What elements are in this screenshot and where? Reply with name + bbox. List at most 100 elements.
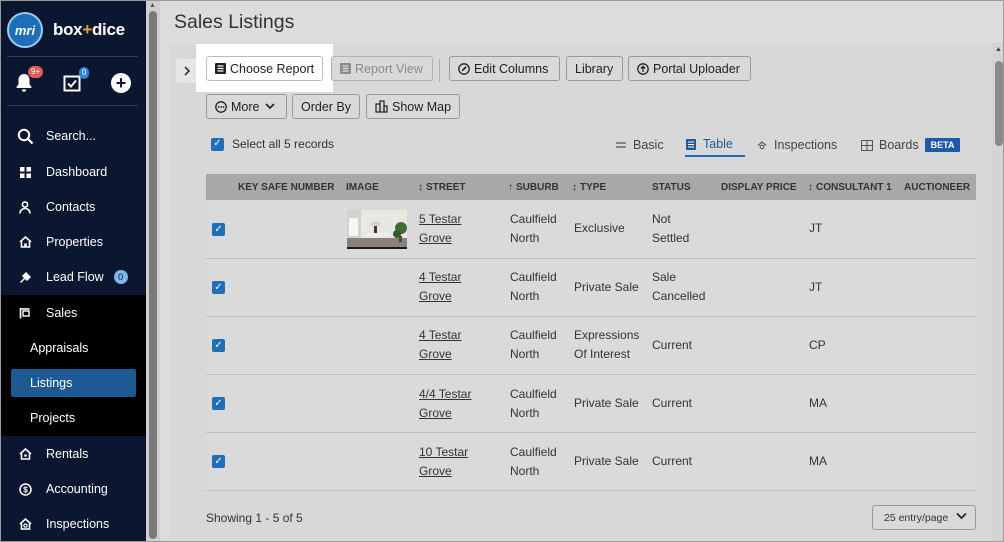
type-text: Private Sale xyxy=(574,454,639,468)
street-link[interactable]: Grove xyxy=(419,347,452,361)
suburb-text: Caulfield xyxy=(510,270,557,284)
column-type[interactable]: ↕ TYPE xyxy=(572,174,606,200)
sidebar-item-search[interactable]: Search... xyxy=(1,119,146,153)
sidebar-item-projects[interactable]: Projects xyxy=(1,403,146,433)
app-logo[interactable]: mri box+dice xyxy=(7,11,139,49)
scroll-up-arrow-icon[interactable]: ▲ xyxy=(995,46,1002,53)
scroll-up-arrow-icon[interactable]: ▲ xyxy=(149,2,156,9)
sidebar-item-lead-flow[interactable]: Lead Flow 0 xyxy=(1,260,146,294)
column-status[interactable]: STATUS xyxy=(652,174,691,200)
entries-per-page-select[interactable]: 25 entry/page xyxy=(872,505,976,530)
street-link[interactable]: 5 Testar xyxy=(419,212,461,226)
sidebar-scrollbar[interactable]: ▲ xyxy=(146,1,160,541)
street-link[interactable]: Grove xyxy=(419,406,452,420)
choose-report-button[interactable]: Choose Report xyxy=(206,56,323,81)
sidebar-item-accounting[interactable]: $ Accounting xyxy=(1,472,146,506)
column-auctioneer[interactable]: AUCTIONEER xyxy=(904,174,970,200)
street-cell[interactable]: 10 Testar Grove xyxy=(419,443,468,481)
table-row[interactable]: ✓ 5 Testar Grove Caulfield North Exclusive… xyxy=(206,200,976,259)
suburb-cell: Caulfield North xyxy=(510,443,557,481)
tab-table[interactable]: Table xyxy=(685,133,745,157)
status-text: Settled xyxy=(652,231,690,245)
edit-columns-button[interactable]: Edit Columns xyxy=(449,56,560,81)
select-all-checkbox[interactable]: ✓ Select all 5 records xyxy=(211,137,334,151)
column-display-price[interactable]: DISPLAY PRICE xyxy=(721,174,797,200)
expand-panel-button[interactable] xyxy=(176,59,198,83)
button-label: Portal Uploader xyxy=(653,61,740,76)
notifications-button[interactable]: 9+ xyxy=(15,66,44,95)
suburb-text: North xyxy=(510,289,540,303)
street-link[interactable]: Grove xyxy=(419,464,452,478)
tab-boards[interactable]: Boards BETA xyxy=(861,133,961,157)
map-building-icon xyxy=(375,100,388,113)
sidebar-item-dashboard[interactable]: Dashboard xyxy=(1,155,146,189)
column-suburb[interactable]: ↑ SUBURB xyxy=(508,174,559,200)
suburb-text: North xyxy=(510,347,540,361)
row-checkbox[interactable]: ✓ xyxy=(212,339,225,352)
column-consultant-1[interactable]: ↕ CONSULTANT 1 xyxy=(808,174,892,200)
tab-inspections[interactable]: Inspections xyxy=(757,133,837,157)
street-link[interactable]: Grove xyxy=(419,231,452,245)
street-link[interactable]: Grove xyxy=(419,289,452,303)
table-row[interactable]: ✓ 4/4 Testar Grove Caulfield North Private… xyxy=(206,375,976,433)
order-by-button[interactable]: Order By xyxy=(292,94,360,119)
show-map-button[interactable]: Show Map xyxy=(366,94,460,119)
portal-uploader-button[interactable]: Portal Uploader xyxy=(628,56,751,81)
street-link[interactable]: 4/4 Testar xyxy=(419,387,471,401)
row-checkbox[interactable]: ✓ xyxy=(212,455,225,468)
column-image[interactable]: IMAGE xyxy=(346,174,379,200)
tasks-badge: 0 xyxy=(79,67,90,79)
status-cell: Current xyxy=(652,394,692,413)
street-cell[interactable]: 4/4 Testar Grove xyxy=(419,385,471,423)
status-text: Sale xyxy=(652,270,677,284)
street-link[interactable]: 4 Testar xyxy=(419,270,461,284)
sidebar-item-properties[interactable]: Properties xyxy=(1,225,146,259)
scrollbar-thumb[interactable] xyxy=(995,61,1003,146)
suburb-text: Caulfield xyxy=(510,212,557,226)
row-checkbox[interactable]: ✓ xyxy=(212,397,225,410)
tab-basic[interactable]: Basic xyxy=(616,133,664,157)
suburb-cell: Caulfield North xyxy=(510,210,557,248)
column-key-safe-number[interactable]: KEY SAFE NUMBER xyxy=(238,174,335,200)
sidebar-item-sales[interactable]: Sales xyxy=(1,296,146,330)
sidebar-item-rentals[interactable]: Rentals xyxy=(1,437,146,471)
street-link[interactable]: 4 Testar xyxy=(419,328,461,342)
sidebar-item-listings[interactable]: Listings xyxy=(1,368,146,398)
property-thumbnail[interactable] xyxy=(347,210,407,249)
content-scrollbar[interactable]: ▲ xyxy=(992,43,1003,541)
home-icon xyxy=(18,235,32,249)
table-row[interactable]: ✓ 10 Testar Grove Caulfield North Private … xyxy=(206,433,976,491)
row-checkbox[interactable]: ✓ xyxy=(212,281,225,294)
status-cell: Current xyxy=(652,452,692,471)
library-button[interactable]: Library xyxy=(566,56,623,81)
tab-label: Boards xyxy=(879,138,919,152)
column-street[interactable]: ↕ STREET xyxy=(418,174,465,200)
consultant-text: JT xyxy=(809,280,823,294)
consultant-text: CP xyxy=(809,338,826,352)
add-new-button[interactable]: + xyxy=(111,71,131,95)
sort-both-icon: ↕ xyxy=(572,181,577,193)
report-view-button[interactable]: Report View xyxy=(331,56,433,81)
street-link[interactable]: 10 Testar xyxy=(419,445,468,459)
row-checkbox[interactable]: ✓ xyxy=(212,223,225,236)
more-dropdown-button[interactable]: More xyxy=(206,94,287,119)
table-row[interactable]: ✓ 4 Testar Grove Caulfield North Private S… xyxy=(206,259,976,317)
edit-pencil-circle-icon xyxy=(458,62,470,75)
scrollbar-thumb[interactable] xyxy=(149,11,157,539)
tasks-button[interactable]: 0 xyxy=(63,67,90,95)
sidebar-item-contacts[interactable]: Contacts xyxy=(1,190,146,224)
sort-both-icon: ↕ xyxy=(808,181,813,193)
street-cell[interactable]: 4 Testar Grove xyxy=(419,268,461,306)
person-icon xyxy=(18,200,32,214)
suburb-text: Caulfield xyxy=(510,387,557,401)
sidebar-item-inspections[interactable]: Inspections xyxy=(1,507,146,541)
sales-sign-icon xyxy=(18,306,32,320)
street-cell[interactable]: 5 Testar Grove xyxy=(419,210,461,248)
type-cell: Private Sale xyxy=(574,394,639,413)
upload-arrow-circle-icon xyxy=(637,62,649,75)
sidebar-item-appraisals[interactable]: Appraisals xyxy=(1,333,146,363)
table-row[interactable]: ✓ 4 Testar Grove Caulfield North Expressio… xyxy=(206,317,976,375)
checkbox-checked-icon: ✓ xyxy=(212,223,225,236)
type-cell: Private Sale xyxy=(574,452,639,471)
street-cell[interactable]: 4 Testar Grove xyxy=(419,326,461,364)
